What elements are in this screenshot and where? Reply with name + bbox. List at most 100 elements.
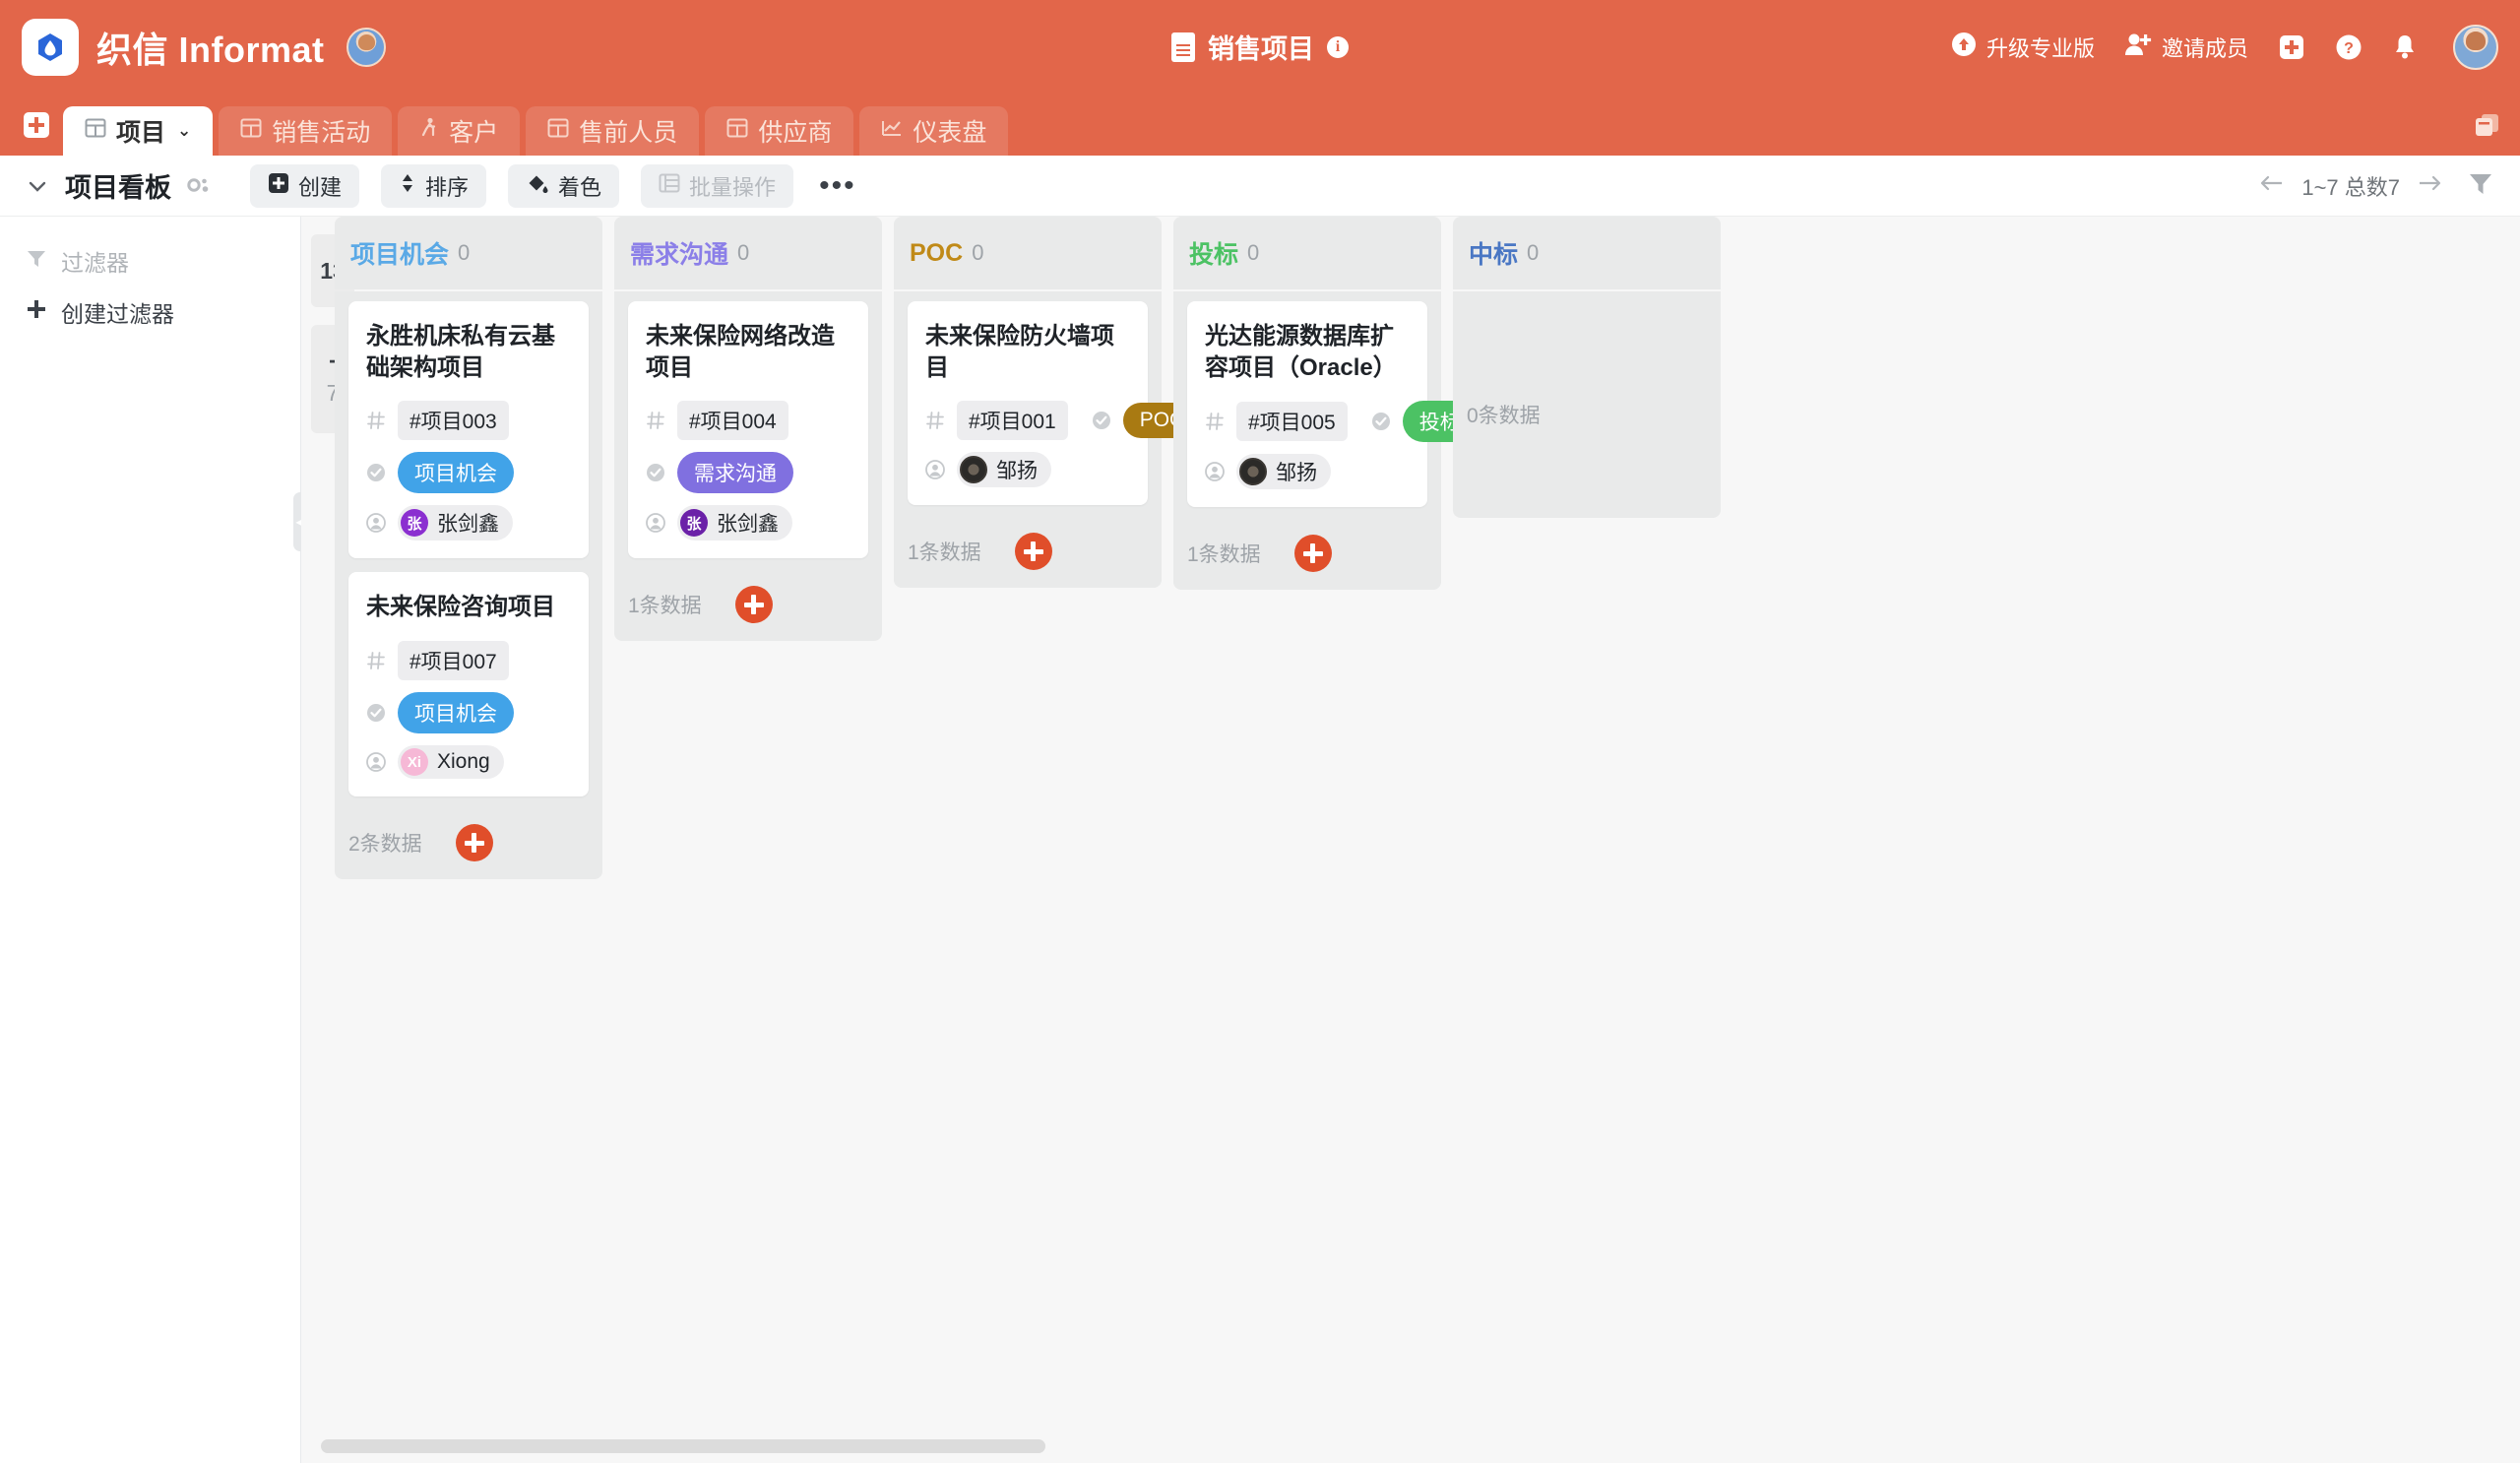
tab-label: 供应商 (758, 119, 833, 147)
column-header[interactable]: 中标 0 (1453, 217, 1721, 289)
card-title: 未来保险防火墙项目 (925, 323, 1114, 381)
card-id-chip[interactable]: #项目007 (398, 641, 509, 681)
card-title: 未来保险咨询项目 (366, 594, 555, 621)
info-icon[interactable]: i (1327, 35, 1349, 58)
column-title: 中标 (1469, 241, 1519, 269)
column-count: 0 (972, 240, 984, 265)
column-header[interactable]: 投标 0 (1173, 217, 1441, 289)
card-id-chip[interactable]: #项目001 (957, 401, 1068, 441)
column-body: 0条数据 (1453, 291, 1721, 518)
add-record-icon[interactable] (734, 586, 773, 624)
tab-客户[interactable]: 客户 (398, 106, 521, 156)
tab-售前人员[interactable]: 售前人员 (526, 106, 700, 156)
chevron-down-icon[interactable]: ⌄ (177, 121, 191, 141)
panel-collapse-icon[interactable] (2473, 111, 2502, 144)
assignee-chip[interactable]: 邹扬 (1236, 454, 1331, 490)
column-record-count: 0条数据 (1467, 405, 1541, 427)
user-avatar[interactable] (2453, 24, 2498, 70)
kanban-column: 投标 0 光达能源数据库扩容项目（Oracle） #项目005 投标 邹扬 1条数据 (1173, 217, 1478, 879)
list-rows-icon (659, 172, 680, 200)
column-title: 投标 (1189, 241, 1239, 269)
tab-项目[interactable]: 项目 ⌄ (63, 106, 214, 156)
add-tab-icon[interactable] (18, 106, 55, 144)
column-title: 项目机会 (350, 241, 450, 269)
plus-box-icon (268, 172, 289, 200)
brand-avatar (346, 27, 386, 67)
gear-settings-icon[interactable] (185, 174, 211, 198)
kanban-card[interactable]: 未来保险防火墙项目 #项目001 POC 邹扬 (908, 301, 1202, 506)
assignee-chip[interactable]: Xi Xiong (398, 745, 504, 780)
card-id-chip[interactable]: #项目005 (1236, 402, 1348, 442)
column-header[interactable]: 需求沟通 0 (614, 217, 882, 289)
card-status-row: 需求沟通 (646, 452, 850, 494)
card-title: 未来保险网络改造项目 (646, 323, 835, 381)
add-record-button[interactable] (455, 824, 493, 862)
arrow-left-icon[interactable] (2258, 173, 2284, 199)
avatar: 张 (680, 509, 708, 538)
card-id-chip[interactable]: #项目003 (398, 401, 509, 441)
check-circle-icon (1092, 411, 1111, 430)
table-tab-strip: 项目 ⌄ 销售活动 客户 售前人员 供应商 仪表盘 (0, 94, 2520, 156)
arrow-right-icon[interactable] (2418, 173, 2443, 199)
tab-仪表盘[interactable]: 仪表盘 (859, 106, 1009, 156)
column-header[interactable]: 项目机会 0 (335, 217, 602, 289)
kanban-card[interactable]: 光达能源数据库扩容项目（Oracle） #项目005 投标 邹扬 (1187, 301, 1478, 508)
ellipsis-icon[interactable]: ••• (819, 170, 856, 200)
sidebar-filter-label: 过滤器 (61, 250, 129, 276)
create-button[interactable]: 创建 (250, 163, 360, 208)
column-title: 需求沟通 (630, 241, 729, 269)
tab-销售活动[interactable]: 销售活动 (219, 106, 393, 156)
add-record-button[interactable] (734, 586, 773, 624)
column-body: 永胜机床私有云基础架构项目 #项目003 项目机会张张剑鑫 未来保险咨询项目 #项目00… (335, 291, 602, 880)
bell-icon[interactable] (2392, 33, 2418, 61)
add-record-icon[interactable] (455, 824, 493, 862)
kanban-card[interactable]: 未来保险咨询项目 #项目007 项目机会 Xi Xiong (348, 572, 589, 797)
card-status-row: 项目机会 (366, 452, 571, 494)
add-record-icon[interactable] (1014, 533, 1052, 571)
funnel-icon[interactable] (2467, 169, 2494, 203)
chevron-down-icon[interactable] (26, 174, 49, 198)
assignee-name: 张剑鑫 (437, 513, 499, 537)
upgrade-button[interactable]: 升级专业版 (1951, 32, 2095, 63)
invite-member-button[interactable]: 邀请成员 (2124, 32, 2248, 63)
card-title: 永胜机床私有云基础架构项目 (366, 323, 555, 381)
assignee-chip[interactable]: 邹扬 (957, 452, 1051, 488)
card-id-row: #项目003 (366, 401, 571, 441)
kanban-column: 需求沟通 0 未来保险网络改造项目 #项目004 需求沟通张张剑鑫 1条数据 (614, 217, 882, 879)
upgrade-label: 升级专业版 (1985, 35, 2095, 61)
table-icon (726, 117, 748, 146)
add-box-icon[interactable] (2278, 33, 2305, 61)
view-name[interactable]: 项目看板 (65, 166, 171, 205)
horizontal-scrollbar[interactable] (321, 1439, 1045, 1453)
question-circle-icon[interactable]: ? (2335, 33, 2362, 61)
avatar: Xi (401, 748, 428, 777)
add-record-button[interactable] (1293, 535, 1332, 573)
plus-icon (26, 298, 47, 326)
add-record-button[interactable] (1014, 533, 1052, 571)
kanban-column: POC 0 未来保险防火墙项目 #项目001 POC 邹扬 1条数据 (894, 217, 1202, 879)
kanban-card[interactable]: 永胜机床私有云基础架构项目 #项目003 项目机会张张剑鑫 (348, 301, 589, 559)
header-actions: 升级专业版 邀请成员 ? (1951, 24, 2498, 70)
status-badge[interactable]: 项目机会 (398, 692, 514, 734)
create-filter-button[interactable]: 创建过滤器 (0, 289, 300, 335)
batch-action-button[interactable]: 批量操作 (641, 163, 794, 208)
table-icon (240, 117, 262, 146)
add-record-icon[interactable] (1293, 535, 1332, 573)
kanban-board: 13 - 7 项目机会 0 永胜机床私有云基础架构项目 #项目003 项目机会张张剑鑫未… (301, 217, 2520, 1463)
status-badge[interactable]: 项目机会 (398, 452, 514, 494)
app-title-group: 销售项目 i (1171, 28, 1349, 66)
color-button[interactable]: 着色 (508, 163, 620, 208)
card-status-row: 项目机会 (366, 692, 571, 734)
column-header[interactable]: POC 0 (894, 217, 1162, 289)
assignee-chip[interactable]: 张张剑鑫 (677, 505, 792, 541)
status-badge[interactable]: 需求沟通 (677, 452, 793, 494)
card-id-row: #项目005 投标 (1205, 401, 1478, 443)
sort-button[interactable]: 排序 (381, 163, 487, 208)
column-body: 未来保险防火墙项目 #项目001 POC 邹扬 1条数据 (894, 291, 1202, 589)
assignee-chip[interactable]: 张张剑鑫 (398, 505, 513, 541)
tab-供应商[interactable]: 供应商 (705, 106, 854, 156)
person-circle-icon (925, 460, 945, 480)
kanban-card[interactable]: 未来保险网络改造项目 #项目004 需求沟通张张剑鑫 (628, 301, 868, 559)
brand[interactable]: 织信 Informat (22, 18, 386, 76)
card-id-chip[interactable]: #项目004 (677, 401, 788, 441)
